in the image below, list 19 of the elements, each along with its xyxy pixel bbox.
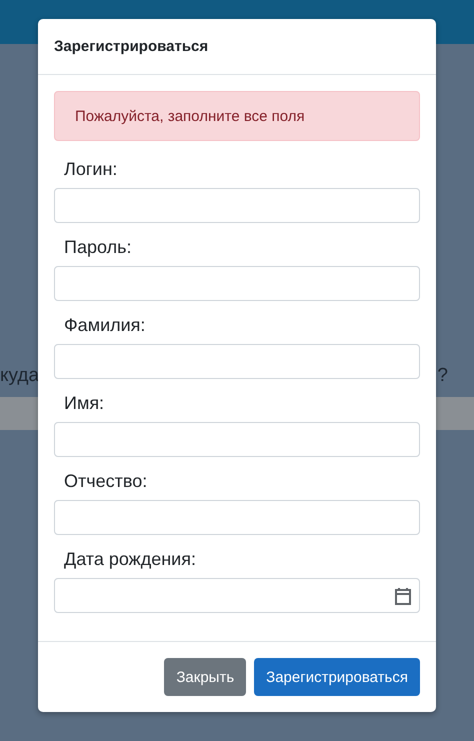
field-label: Логин:: [64, 158, 118, 181]
input-field[interactable]: [54, 344, 420, 379]
input-field[interactable]: [54, 422, 420, 457]
field-label: Дата рождения:: [64, 548, 196, 571]
field-label: Отчество:: [64, 470, 148, 493]
register-button[interactable]: Зарегистрироваться: [254, 658, 420, 696]
input-field[interactable]: [54, 188, 420, 223]
date-field[interactable]: [54, 578, 420, 613]
close-button[interactable]: Закрыть: [164, 658, 246, 696]
field-label: Фамилия:: [64, 314, 146, 337]
calendar-icon[interactable]: [395, 586, 411, 604]
field-label: Имя:: [64, 392, 104, 415]
input-field[interactable]: [54, 500, 420, 535]
field-label: Пароль:: [64, 236, 132, 259]
background-text: ?: [437, 365, 448, 387]
input-field[interactable]: [54, 266, 420, 301]
dialog-title: Зарегистрироваться: [54, 38, 208, 55]
error-alert: Пожалуйста, заполните все поля: [54, 91, 420, 141]
background-text: куда: [0, 365, 40, 387]
